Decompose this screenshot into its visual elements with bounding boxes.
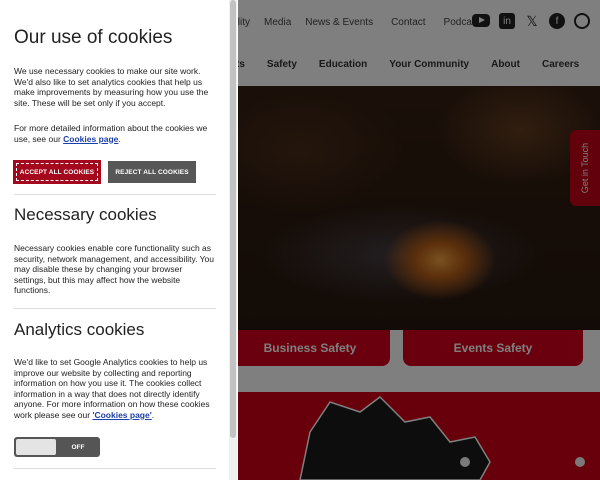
accept-all-cookies-button[interactable]: ACCEPT ALL COOKIES — [14, 161, 100, 183]
toggle-knob — [16, 439, 56, 455]
cookie-consent-panel: Our use of cookies We use necessary cook… — [0, 0, 238, 480]
cookie-panel-title: Our use of cookies — [14, 27, 173, 48]
panel-scrollbar[interactable] — [229, 0, 237, 480]
reject-all-cookies-button[interactable]: REJECT ALL COOKIES — [108, 161, 196, 183]
analytics-text-suffix: . — [151, 409, 155, 420]
cookie-more-info-text: For more detailed information about the … — [14, 123, 216, 144]
cookies-page-link[interactable]: Cookies page — [63, 134, 118, 144]
analytics-cookies-toggle[interactable]: OFF — [14, 437, 100, 457]
analytics-cookies-title: Analytics cookies — [14, 320, 145, 339]
more-info-suffix: . — [118, 133, 121, 144]
divider — [14, 308, 216, 309]
necessary-cookies-title: Necessary cookies — [14, 205, 157, 224]
divider — [14, 468, 216, 469]
analytics-cookies-text: We'd like to set Google Analytics cookie… — [14, 357, 216, 420]
scrollbar-thumb[interactable] — [230, 0, 236, 438]
cookie-button-row: ACCEPT ALL COOKIES REJECT ALL COOKIES — [14, 161, 196, 183]
necessary-cookies-text: Necessary cookies enable core functional… — [14, 243, 215, 295]
cookie-intro-text: We use necessary cookies to make our sit… — [14, 66, 209, 108]
analytics-cookies-page-link[interactable]: 'Cookies page' — [92, 410, 151, 420]
divider — [14, 194, 216, 195]
toggle-state-label: OFF — [71, 443, 85, 451]
